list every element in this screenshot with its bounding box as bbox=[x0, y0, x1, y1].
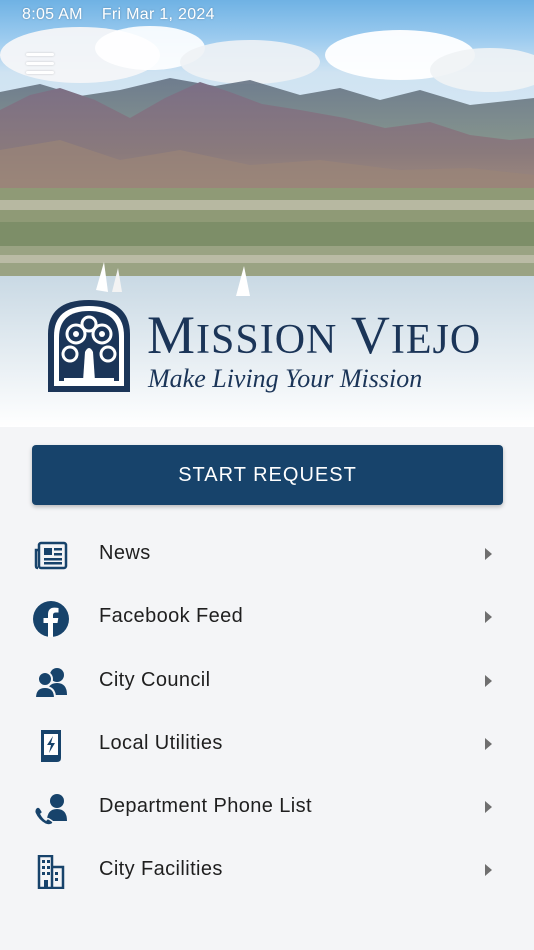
building-icon bbox=[31, 852, 71, 892]
menu-item-facebook-feed[interactable]: Facebook Feed bbox=[0, 586, 534, 649]
menu-item-local-utilities[interactable]: Local Utilities bbox=[0, 713, 534, 776]
hamburger-icon[interactable] bbox=[26, 53, 56, 77]
status-date: Fri Mar 1, 2024 bbox=[101, 6, 215, 23]
chevron-right-icon bbox=[485, 864, 492, 877]
logo-title: MISSION VIEJO bbox=[147, 305, 482, 365]
logo-tagline: Make Living Your Mission bbox=[148, 364, 423, 393]
chevron-right-icon bbox=[485, 548, 492, 560]
menu-item-news[interactable]: News bbox=[0, 523, 534, 586]
phone-contact-icon bbox=[31, 789, 71, 829]
menu-item-label: Local Utilities bbox=[99, 731, 223, 754]
main-menu-list: News Facebook Feed City Council Local Ut… bbox=[0, 523, 534, 903]
status-time: 8:05 AM bbox=[22, 6, 83, 23]
menu-item-label: City Facilities bbox=[99, 858, 223, 881]
mission-viejo-logo: MISSION VIEJO Make Living Your Mission bbox=[46, 298, 491, 398]
utility-bill-icon bbox=[31, 726, 71, 766]
status-bar: 8:05 AM Fri Mar 1, 2024 bbox=[22, 6, 215, 24]
start-request-button[interactable]: START REQUEST bbox=[32, 445, 503, 505]
newspaper-icon bbox=[31, 536, 71, 576]
tree-emblem-icon bbox=[48, 300, 130, 392]
people-icon bbox=[31, 663, 71, 703]
menu-item-department-phone-list[interactable]: Department Phone List bbox=[0, 776, 534, 839]
menu-item-city-facilities[interactable]: City Facilities bbox=[0, 839, 534, 902]
menu-item-label: News bbox=[99, 542, 151, 564]
chevron-right-icon bbox=[485, 611, 492, 624]
menu-item-city-council[interactable]: City Council bbox=[0, 650, 534, 713]
chevron-right-icon bbox=[485, 674, 492, 687]
menu-item-label: Facebook Feed bbox=[99, 605, 244, 628]
facebook-icon bbox=[31, 599, 71, 639]
chevron-right-icon bbox=[485, 737, 492, 750]
chevron-right-icon bbox=[485, 801, 492, 814]
menu-item-label: City Council bbox=[99, 668, 211, 691]
menu-item-label: Department Phone List bbox=[99, 795, 312, 818]
hero-banner: 8:05 AM Fri Mar 1, 2024 MISSION VIEJO Ma… bbox=[0, 0, 534, 427]
